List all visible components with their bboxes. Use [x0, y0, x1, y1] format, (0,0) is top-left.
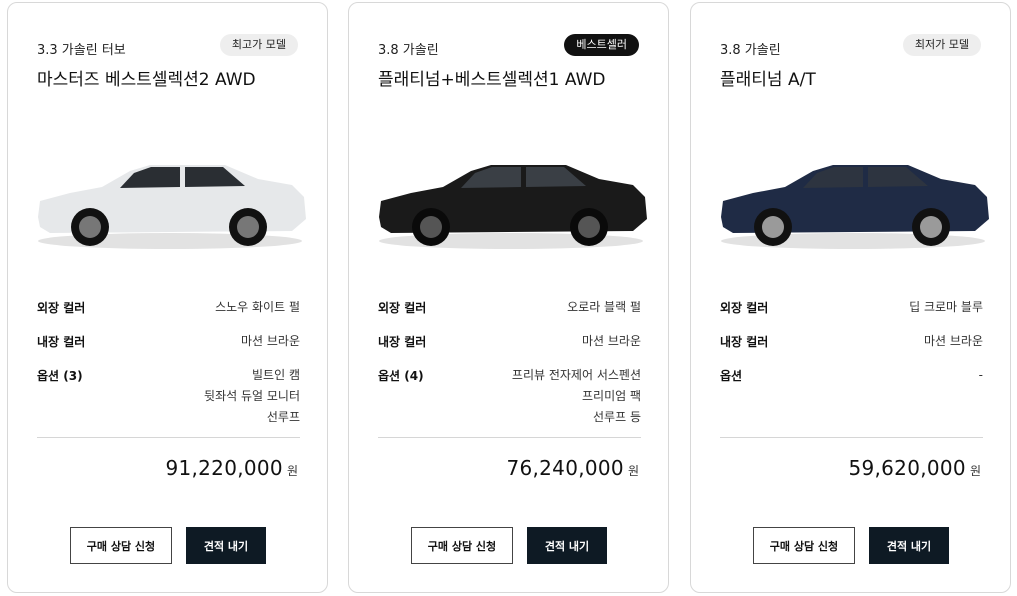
spec-value: 스노우 화이트 펄: [215, 300, 300, 314]
model-name: 마스터즈 베스트셀렉션2 AWD: [37, 70, 256, 90]
engine-label: 3.3 가솔린 터보: [37, 43, 126, 58]
spec-row-options: 옵션 (3) 빌트인 캠 뒷좌석 듀얼 모니터 선루프: [37, 367, 300, 428]
price-unit: 원: [627, 464, 639, 478]
spec-values: 스노우 화이트 펄: [215, 297, 300, 318]
price-amount: 76,240,000: [506, 456, 624, 480]
spec-row-exterior: 외장 컬러 스노우 화이트 펄: [37, 299, 300, 318]
spec-values: 마션 브라운: [241, 331, 300, 352]
spec-value: 선루프: [266, 410, 300, 424]
spec-values: 빌트인 캠 뒷좌석 듀얼 모니터 선루프: [204, 365, 300, 428]
spec-value: -: [978, 368, 983, 382]
engine-label: 3.8 가솔린: [378, 43, 439, 58]
spec-list: 외장 컬러 딥 크로마 블루 내장 컬러 마션 브라운 옵션 -: [720, 299, 983, 401]
spec-label: 내장 컬러: [378, 335, 427, 349]
get-quote-button[interactable]: 견적 내기: [186, 527, 266, 564]
spec-label: 내장 컬러: [720, 335, 769, 349]
purchase-consult-button[interactable]: 구매 상담 신청: [753, 527, 855, 564]
spec-row-interior: 내장 컬러 마션 브라운: [720, 333, 983, 352]
bestseller-badge: 베스트셀러: [564, 34, 639, 56]
model-name: 플래티넘+베스트셀렉션1 AWD: [378, 70, 606, 90]
spec-row-exterior: 외장 컬러 딥 크로마 블루: [720, 299, 983, 318]
spec-values: -: [979, 365, 983, 386]
divider: [378, 437, 641, 438]
car-image: [721, 165, 989, 249]
spec-label: 외장 컬러: [720, 301, 769, 315]
spec-value: 프리미엄 팩: [581, 389, 641, 403]
spec-value: 마션 브라운: [240, 334, 300, 348]
price-badge: 최고가 모델: [219, 34, 298, 56]
divider: [37, 437, 300, 438]
car-card: 3.3 가솔린 터보 최고가 모델 마스터즈 베스트셀렉션2 AWD 외장 컬러…: [7, 2, 328, 593]
spec-value: 프리뷰 전자제어 서스펜션: [511, 368, 641, 382]
spec-value: 마션 브라운: [581, 334, 641, 348]
model-name: 플래티넘 A/T: [720, 70, 816, 90]
spec-value: 빌트인 캠: [252, 368, 300, 382]
spec-value: 마션 브라운: [923, 334, 983, 348]
spec-value: 선루프 등: [593, 410, 641, 424]
spec-list: 외장 컬러 오로라 블랙 펄 내장 컬러 마션 브라운 옵션 (4) 프리뷰 전…: [378, 299, 641, 443]
car-card: 3.8 가솔린 베스트셀러 플래티넘+베스트셀렉션1 AWD 외장 컬러 오로라…: [348, 2, 669, 593]
get-quote-button[interactable]: 견적 내기: [869, 527, 949, 564]
get-quote-button[interactable]: 견적 내기: [527, 527, 607, 564]
divider: [720, 437, 983, 438]
price-unit: 원: [286, 464, 298, 478]
spec-row-exterior: 외장 컬러 오로라 블랙 펄: [378, 299, 641, 318]
car-image: [38, 165, 306, 249]
spec-row-options: 옵션 -: [720, 367, 983, 386]
spec-list: 외장 컬러 스노우 화이트 펄 내장 컬러 마션 브라운 옵션 (3) 빌트인 …: [37, 299, 300, 443]
spec-value: 딥 크로마 블루: [909, 300, 983, 314]
price-amount: 59,620,000: [848, 456, 966, 480]
spec-label: 내장 컬러: [37, 335, 86, 349]
engine-label: 3.8 가솔린: [720, 43, 781, 58]
spec-values: 프리뷰 전자제어 서스펜션 프리미엄 팩 선루프 등: [512, 365, 641, 428]
spec-label: 옵션 (4): [378, 369, 424, 383]
spec-label: 옵션: [720, 369, 743, 383]
spec-values: 딥 크로마 블루: [909, 297, 983, 318]
spec-value: 뒷좌석 듀얼 모니터: [204, 389, 300, 403]
price-unit: 원: [969, 464, 981, 478]
purchase-consult-button[interactable]: 구매 상담 신청: [411, 527, 513, 564]
price-amount: 91,220,000: [165, 456, 283, 480]
spec-values: 오로라 블랙 펄: [567, 297, 641, 318]
price: 59,620,000 원: [848, 456, 981, 480]
spec-row-interior: 내장 컬러 마션 브라운: [37, 333, 300, 352]
price: 91,220,000 원: [165, 456, 298, 480]
price: 76,240,000 원: [506, 456, 639, 480]
spec-values: 마션 브라운: [924, 331, 983, 352]
car-card: 3.8 가솔린 최저가 모델 플래티넘 A/T 외장 컬러 딥 크로마 블루 내…: [690, 2, 1011, 593]
spec-values: 마션 브라운: [582, 331, 641, 352]
spec-label: 외장 컬러: [37, 301, 86, 315]
car-image: [379, 165, 647, 249]
spec-label: 옵션 (3): [37, 369, 83, 383]
spec-label: 외장 컬러: [378, 301, 427, 315]
purchase-consult-button[interactable]: 구매 상담 신청: [70, 527, 172, 564]
price-badge: 최저가 모델: [902, 34, 981, 56]
spec-value: 오로라 블랙 펄: [567, 300, 641, 314]
spec-row-options: 옵션 (4) 프리뷰 전자제어 서스펜션 프리미엄 팩 선루프 등: [378, 367, 641, 428]
spec-row-interior: 내장 컬러 마션 브라운: [378, 333, 641, 352]
